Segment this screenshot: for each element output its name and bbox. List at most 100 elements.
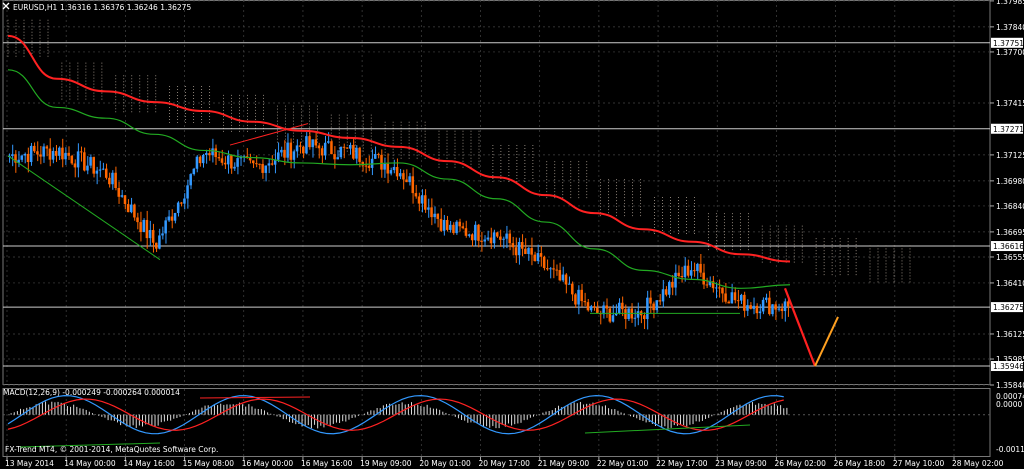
- candle-body: [571, 283, 574, 295]
- candle-body: [83, 152, 86, 171]
- candle-body: [358, 147, 361, 162]
- candle-body: [658, 300, 662, 302]
- candle-body: [508, 233, 512, 244]
- candle-body: [26, 153, 30, 163]
- candle-body: [355, 147, 358, 159]
- candle-body: [655, 300, 659, 311]
- candle-body: [764, 297, 768, 300]
- macd-label: MACD(12,26,9) -0.000249 -0.000264 0.0000…: [3, 388, 180, 397]
- level-label: 1.37271: [993, 125, 1024, 134]
- candle-body: [33, 145, 36, 152]
- resistance-trendline: [229, 123, 309, 146]
- time-label: 13 May 2014: [5, 459, 54, 468]
- candle-body: [467, 234, 471, 236]
- level-label: 1.36275: [993, 303, 1024, 312]
- candle-body: [327, 141, 330, 143]
- symbol-icon: [2, 2, 10, 10]
- macd-divergence-line: [199, 396, 311, 399]
- candle-body: [192, 168, 196, 175]
- candle-body: [474, 224, 477, 241]
- candle-body: [330, 141, 333, 155]
- candle-body: [308, 136, 311, 148]
- candle-body: [646, 297, 649, 320]
- candle-body: [29, 145, 33, 163]
- candle-body: [283, 149, 286, 158]
- candle-body: [11, 154, 14, 156]
- candle-body: [552, 268, 555, 270]
- candle-body: [449, 224, 452, 230]
- candle-body: [129, 204, 133, 213]
- candle-body: [205, 153, 208, 155]
- price-tick-label: 1.36410: [996, 279, 1024, 288]
- candle-body: [752, 305, 755, 309]
- candle-body: [408, 176, 411, 183]
- candle-body: [596, 307, 599, 314]
- candle-body: [70, 155, 74, 164]
- candle-body: [395, 167, 399, 177]
- candle-body: [20, 155, 24, 160]
- price-chart[interactable]: 0.000740.0000-0.00119 1.379851.378401.37…: [0, 0, 1024, 469]
- macd-axis-label: -0.00119: [996, 445, 1024, 454]
- candle-body: [489, 237, 493, 244]
- time-axis: 13 May 2014 14 May 00:00 14 May 16:00 15 Ma…: [5, 457, 1004, 468]
- candle-body: [180, 202, 183, 204]
- candle-body: [79, 151, 83, 153]
- candle-body: [564, 274, 568, 285]
- candle-body: [114, 172, 117, 189]
- candle-body: [730, 292, 734, 304]
- candle-body: [693, 270, 696, 272]
- time-label: 23 May 09:00: [715, 459, 767, 468]
- candle-body: [380, 154, 383, 170]
- candle-body: [777, 308, 781, 310]
- candle-body: [148, 229, 152, 239]
- candle-body: [223, 162, 227, 165]
- candle-body: [605, 305, 608, 309]
- candle-body: [633, 317, 637, 319]
- candle-body: [705, 284, 709, 286]
- symbol-label: EURUSD,H1: [13, 3, 57, 12]
- time-label: 21 May 09:00: [538, 459, 590, 468]
- candle-body: [280, 149, 283, 153]
- candle-body: [167, 216, 171, 221]
- candle-body: [495, 232, 499, 237]
- price-tick-label: 1.37415: [996, 99, 1024, 108]
- candle-body: [117, 188, 121, 197]
- candle-body: [436, 213, 440, 219]
- forecast-up-arrow: [814, 316, 839, 367]
- candle-body: [511, 243, 515, 248]
- time-label: 20 May 01:00: [419, 459, 471, 468]
- ma-slow-line: [7, 34, 791, 263]
- candle-body: [417, 196, 421, 204]
- candle-body: [383, 163, 386, 170]
- candle-body: [386, 163, 390, 174]
- candle-body: [345, 147, 349, 149]
- candle-body: [586, 302, 590, 311]
- candle-body: [539, 253, 543, 257]
- candle-body: [718, 287, 721, 289]
- candle-body: [211, 148, 214, 156]
- ohlc-readout: 1.36316 1.36376 1.36246 1.36275: [60, 3, 191, 12]
- candle-body: [414, 193, 418, 197]
- candle-body: [774, 304, 777, 310]
- candle-body: [230, 155, 233, 169]
- time-label: 27 May 10:00: [893, 459, 945, 468]
- candle-body: [683, 265, 687, 278]
- candle-body: [264, 165, 268, 173]
- candle-body: [64, 152, 67, 160]
- time-label: 22 May 01:00: [597, 459, 649, 468]
- candle-body: [458, 221, 461, 227]
- candle-body: [470, 234, 474, 241]
- candle-body: [727, 301, 730, 304]
- price-tick-label: 1.37840: [996, 23, 1024, 32]
- price-tick-label: 1.37125: [996, 151, 1024, 160]
- candle-body: [305, 136, 308, 154]
- candle-body: [696, 263, 699, 272]
- candle-body: [54, 150, 58, 156]
- candle-body: [714, 287, 718, 289]
- candle-body: [699, 263, 702, 273]
- watermark: FX-Trend MT4, © 2001-2014, MetaQuotes So…: [5, 445, 218, 454]
- candle-body: [164, 220, 167, 234]
- candle-body: [86, 165, 89, 171]
- candle-body: [499, 236, 502, 240]
- candle-body: [783, 301, 787, 312]
